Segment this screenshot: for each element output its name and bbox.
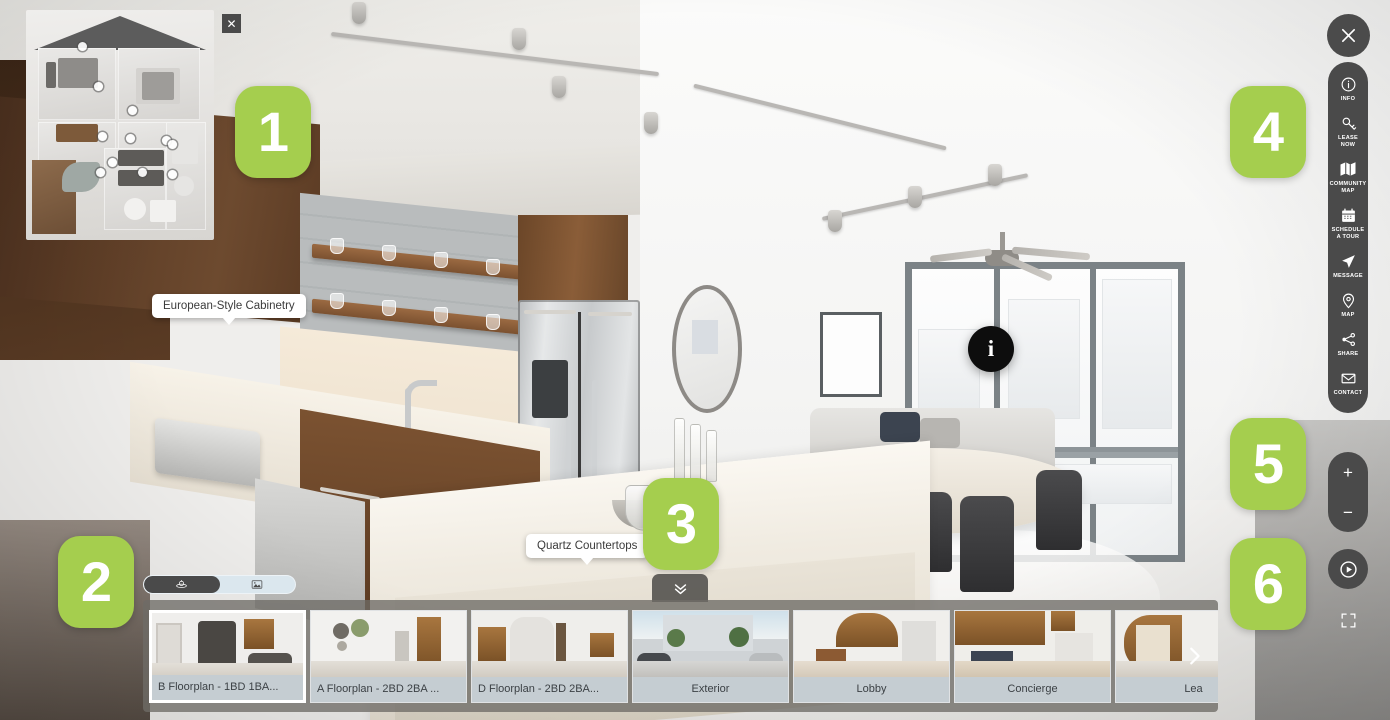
rail-item-community-map[interactable]: COMMUNITY MAP — [1328, 156, 1368, 200]
scene-ice-dispenser — [532, 360, 568, 418]
annotation-marker-1: 1 — [235, 86, 311, 178]
info-hotspot-button[interactable]: i — [968, 326, 1014, 372]
paper-plane-icon — [1340, 252, 1357, 271]
floorplan-nav-dot[interactable] — [168, 140, 177, 149]
key-icon — [1340, 114, 1357, 133]
action-rail: INFO LEASE NOW COMMUNITY MAP SCHEDULE A TOU… — [1328, 62, 1368, 413]
chevron-right-icon — [1190, 647, 1200, 665]
rail-item-info[interactable]: INFO — [1328, 71, 1368, 108]
rail-item-contact[interactable]: CONTACT — [1328, 365, 1368, 402]
scene-artwork — [820, 312, 882, 397]
panorama-360-icon — [176, 580, 188, 588]
close-tour-button[interactable] — [1327, 14, 1370, 57]
autorotate-play-button[interactable] — [1328, 549, 1368, 589]
thumbnail-item[interactable]: Lobby — [793, 609, 950, 703]
thumbnail-item[interactable]: Concierge — [954, 609, 1111, 703]
share-nodes-icon — [1340, 330, 1357, 349]
scene-thumbnail-strip[interactable]: B Floorplan - 1BD 1BA... A Floorplan - 2… — [143, 600, 1218, 712]
media-type-toggle[interactable] — [143, 575, 296, 594]
annotation-marker-5: 5 — [1230, 418, 1306, 510]
rail-label-message: MESSAGE — [1333, 272, 1363, 279]
thumbnail-image — [472, 610, 627, 679]
toggle-option-photo[interactable] — [220, 576, 296, 593]
thumbnail-label: Concierge — [955, 676, 1110, 702]
info-circle-icon — [1340, 75, 1357, 94]
rail-label-lease-now: LEASE NOW — [1338, 134, 1358, 148]
thumbnail-image — [633, 610, 788, 679]
rail-label-community-map: COMMUNITY MAP — [1329, 180, 1367, 194]
rail-item-lease-now[interactable]: LEASE NOW — [1328, 110, 1368, 154]
floorplan-nav-dot[interactable] — [128, 106, 137, 115]
thumbnails-next-button[interactable] — [1172, 600, 1216, 712]
rail-label-share: SHARE — [1337, 350, 1359, 357]
floorplan-nav-dot[interactable] — [126, 134, 135, 143]
rail-label-schedule-a-tour: SCHEDULE A TOUR — [1331, 226, 1365, 240]
hotspot-label-quartz[interactable]: Quartz Countertops — [526, 534, 649, 565]
thumbnail-image — [311, 610, 466, 679]
floorplan-nav-dot[interactable] — [96, 168, 105, 177]
thumbnail-image — [955, 610, 1110, 679]
annotation-marker-4: 4 — [1230, 86, 1306, 178]
rail-label-info: INFO — [1340, 96, 1356, 102]
thumbnail-item[interactable]: Exterior — [632, 609, 789, 703]
strip-collapse-button[interactable] — [652, 574, 708, 602]
thumbnail-item[interactable]: A Floorplan - 2BD 2BA ... — [310, 609, 467, 703]
floorplan-nav-dot[interactable] — [94, 82, 103, 91]
zoom-in-button[interactable]: + — [1328, 452, 1368, 492]
floorplan-nav-dot[interactable] — [168, 170, 177, 179]
rail-item-schedule-a-tour[interactable]: SCHEDULE A TOUR — [1328, 202, 1368, 246]
fullscreen-button[interactable] — [1328, 600, 1368, 640]
map-pin-icon — [1340, 291, 1357, 310]
map-folded-icon — [1339, 160, 1357, 179]
mini-floorplan[interactable] — [26, 10, 214, 240]
virtual-tour-viewer: ✕ European-Style Cabinetry Quartz Counte… — [0, 0, 1390, 720]
thumbnail-image — [794, 610, 949, 679]
floorplan-nav-dot[interactable] — [138, 168, 147, 177]
rail-item-share[interactable]: SHARE — [1328, 326, 1368, 363]
zoom-out-button[interactable]: − — [1328, 492, 1368, 532]
floorplan-nav-dot[interactable] — [78, 42, 87, 51]
annotation-marker-3: 3 — [643, 478, 719, 570]
thumbnail-image — [152, 612, 303, 681]
rail-label-map: MAP — [1341, 311, 1355, 318]
thumbnail-label: Lobby — [794, 676, 949, 702]
rail-label-contact: CONTACT — [1333, 389, 1363, 396]
rail-item-message[interactable]: MESSAGE — [1328, 248, 1368, 285]
scene-mirror-reflection — [692, 320, 718, 354]
toggle-option-360[interactable] — [144, 576, 220, 593]
thumbnail-item[interactable]: B Floorplan - 1BD 1BA... — [149, 609, 306, 703]
annotation-marker-6: 6 — [1230, 538, 1306, 630]
thumbnail-label: B Floorplan - 1BD 1BA... — [152, 674, 303, 700]
close-icon — [1341, 28, 1356, 43]
floorplan-image — [26, 10, 214, 240]
envelope-icon — [1340, 369, 1357, 388]
zoom-controls: + − — [1328, 452, 1368, 532]
rail-item-map[interactable]: MAP — [1328, 287, 1368, 324]
thumbnail-label: Exterior — [633, 676, 788, 702]
floorplan-nav-dot[interactable] — [98, 132, 107, 141]
double-chevron-down-icon — [674, 583, 686, 594]
thumbnail-label: D Floorplan - 2BD 2BA... — [472, 676, 627, 702]
hotspot-label-cabinetry[interactable]: European-Style Cabinetry — [152, 294, 306, 325]
play-circle-icon — [1339, 560, 1357, 578]
thumbnail-item[interactable]: D Floorplan - 2BD 2BA... — [471, 609, 628, 703]
thumbnail-label: A Floorplan - 2BD 2BA ... — [311, 676, 466, 702]
floorplan-close-button[interactable]: ✕ — [222, 14, 241, 33]
annotation-marker-2: 2 — [58, 536, 134, 628]
floorplan-nav-dot[interactable] — [108, 158, 117, 167]
fullscreen-icon — [1341, 613, 1355, 627]
photo-icon — [251, 580, 263, 589]
calendar-icon — [1340, 206, 1357, 225]
